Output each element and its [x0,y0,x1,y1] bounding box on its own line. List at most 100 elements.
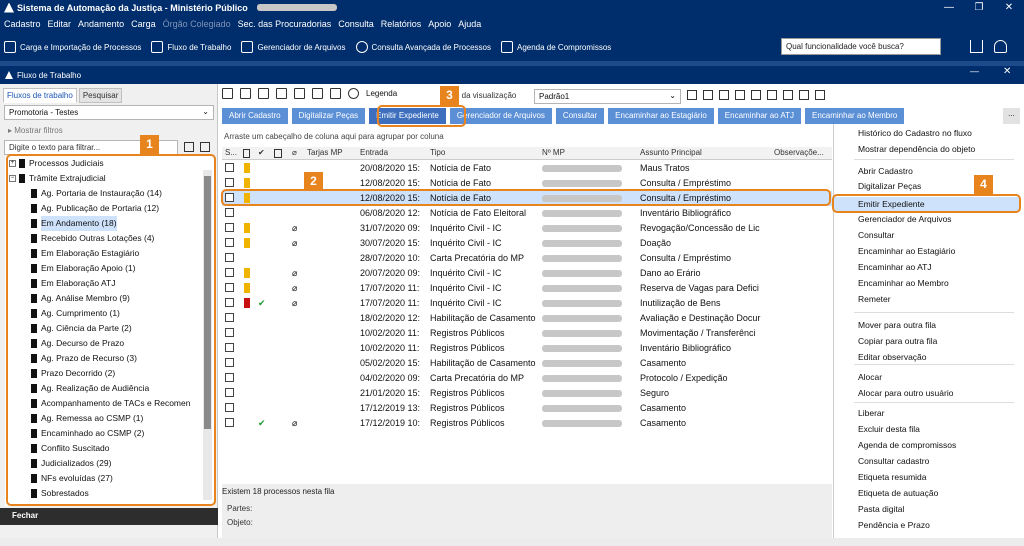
copy-icon[interactable] [258,88,269,99]
context-menu-item[interactable]: Etiqueta de autuação [858,488,938,498]
col-observacoes[interactable]: Observaçõe... [774,148,824,157]
abrir-cadastro-button[interactable]: Abrir Cadastro [222,108,288,124]
context-menu-item[interactable]: Liberar [858,408,884,418]
menu-relatorios[interactable]: Relatórios [381,19,422,29]
save-view-icon[interactable] [687,90,697,100]
row-checkbox[interactable] [225,388,234,397]
printer-icon[interactable] [799,90,809,100]
context-menu-item[interactable]: Excluir desta fila [858,424,920,434]
toolbar-agenda[interactable]: Agenda de Compromissos [501,41,611,53]
menu-ajuda[interactable]: Ajuda [458,19,481,29]
table-row[interactable]: 05/02/2020 15: Habilitação de Casamento Ca… [222,356,832,371]
paste-icon[interactable] [276,88,287,99]
context-menu-item[interactable]: Encaminhar ao ATJ [858,262,932,272]
context-menu-item[interactable]: Encaminhar ao Estagiário [858,246,955,256]
digitalizar-pecas-button[interactable]: Digitalizar Peças [291,108,366,124]
row-checkbox[interactable] [225,358,234,367]
menu-apoio[interactable]: Apoio [428,19,451,29]
table-row[interactable]: ⌀ 30/07/2020 15: Inquérito Civil - IC Doaçã… [222,236,832,251]
col-tarjas[interactable]: Tarjas MP [307,148,343,157]
context-menu-item[interactable]: Remeter [858,294,891,304]
feature-search-input[interactable]: Qual funcionalidade você busca? [781,38,941,55]
legend-button[interactable]: Legenda [366,89,397,98]
row-checkbox[interactable] [225,283,234,292]
context-menu-item[interactable]: Alocar para outro usuário [858,388,953,398]
row-checkbox[interactable] [225,328,234,337]
menu-editar[interactable]: Editar [48,19,72,29]
doc-col-icon[interactable] [274,149,282,158]
col-nmp[interactable]: Nº MP [542,148,565,157]
row-checkbox[interactable] [225,238,234,247]
users-icon[interactable] [994,40,1007,53]
table-row[interactable]: 17/12/2019 13: Registros Públicos Casament… [222,401,832,416]
list-icon[interactable] [767,90,777,100]
home-icon[interactable] [970,40,983,53]
close-panel-button[interactable]: Fechar [0,508,218,525]
report-icon[interactable] [815,90,825,100]
col-s[interactable]: S... [225,148,237,157]
table-row[interactable]: ⌀ 17/07/2020 11: Inquérito Civil - IC Reser… [222,281,832,296]
expand-tree-icon[interactable] [184,142,194,152]
context-menu-item[interactable]: Pendência e Prazo [858,520,930,530]
row-checkbox[interactable] [225,313,234,322]
tab-fluxos-trabalho[interactable]: Fluxos de trabalho [3,88,77,103]
refresh-icon[interactable] [240,88,251,99]
columns-icon[interactable] [735,90,745,100]
row-checkbox[interactable] [225,208,234,217]
bookmark-col-icon[interactable] [243,149,250,158]
encaminhar-membro-button[interactable]: Encaminhar ao Membro [805,108,905,124]
close-window-button[interactable]: ✕ [994,0,1024,15]
context-menu-item[interactable]: Histórico do Cadastro no fluxo [858,128,972,138]
toolbar-consulta-avancada[interactable]: Consulta Avançada de Processos [355,41,491,53]
collapse-tree-icon[interactable] [200,142,210,152]
export-icon[interactable] [312,88,323,99]
menu-consulta[interactable]: Consulta [338,19,374,29]
new-icon[interactable] [222,88,233,99]
menu-andamento[interactable]: Andamento [78,19,124,29]
print-icon[interactable] [294,88,305,99]
table-row[interactable]: ⌀ 20/07/2020 09: Inquérito Civil - IC Dano … [222,266,832,281]
toolbar-fluxo-trabalho[interactable]: Fluxo de Trabalho [151,41,231,53]
row-checkbox[interactable] [225,253,234,262]
flow-select[interactable]: Promotoria - Testes ⌄ [4,105,214,120]
document-icon[interactable] [783,90,793,100]
save-icon[interactable] [330,88,341,99]
context-menu-item[interactable]: Digitalizar Peças [858,181,921,191]
row-checkbox[interactable] [225,223,234,232]
context-menu-item[interactable]: Alocar [858,372,882,382]
minimize-button[interactable]: — [934,0,964,15]
context-menu-item[interactable]: Abrir Cadastro [858,166,913,176]
clip-col-icon[interactable]: ⌀ [292,148,297,157]
tab-pesquisar[interactable]: Pesquisar [78,88,123,103]
row-checkbox[interactable] [225,373,234,382]
context-menu-item[interactable]: Editar observação [858,352,927,362]
context-menu-item[interactable]: Mostrar dependência do objeto [858,144,975,154]
view-select[interactable]: Padrão1 ⌄ [534,89,681,104]
table-row[interactable]: 04/02/2020 09: Carta Precatória do MP Prot… [222,371,832,386]
table-row[interactable]: ✔ ⌀ 17/12/2019 10: Registros Públicos Casame… [222,416,832,431]
check-col-icon[interactable]: ✔ [258,148,265,157]
show-filters-link[interactable]: ▸ Mostrar filtros [8,126,63,135]
table-row[interactable]: 10/02/2020 11: Registros Públicos Inventár… [222,341,832,356]
context-menu-item[interactable]: Mover para outra fila [858,320,936,330]
table-row[interactable]: 10/02/2020 11: Registros Públicos Moviment… [222,326,832,341]
col-tipo[interactable]: Tipo [430,148,445,157]
table-row[interactable]: 06/08/2020 12: Notícia de Fato Eleitoral I… [222,206,832,221]
table-row[interactable]: 18/02/2020 12: Habilitação de Casamento Av… [222,311,832,326]
row-checkbox[interactable] [225,268,234,277]
context-menu-item[interactable]: Encaminhar ao Membro [858,278,949,288]
consultar-button[interactable]: Consultar [555,108,605,124]
context-menu-item[interactable]: Etiqueta resumida [858,472,927,482]
menu-carga[interactable]: Carga [131,19,156,29]
row-checkbox[interactable] [225,298,234,307]
context-menu-item[interactable]: Consultar cadastro [858,456,929,466]
context-menu-item[interactable]: Pasta digital [858,504,904,514]
context-menu-item[interactable]: Agenda de compromissos [858,440,956,450]
encaminhar-estagiario-button[interactable]: Encaminhar ao Estagiário [608,108,714,124]
toolbar-gerenciador-arquivos[interactable]: Gerenciador de Arquivos [241,41,346,53]
table-row[interactable]: ⌀ 31/07/2020 09: Inquérito Civil - IC Revog… [222,221,832,236]
delete-view-icon[interactable] [703,90,713,100]
clipboard-icon[interactable] [751,90,761,100]
menu-cadastro[interactable]: Cadastro [4,19,41,29]
edit-icon[interactable] [719,90,729,100]
